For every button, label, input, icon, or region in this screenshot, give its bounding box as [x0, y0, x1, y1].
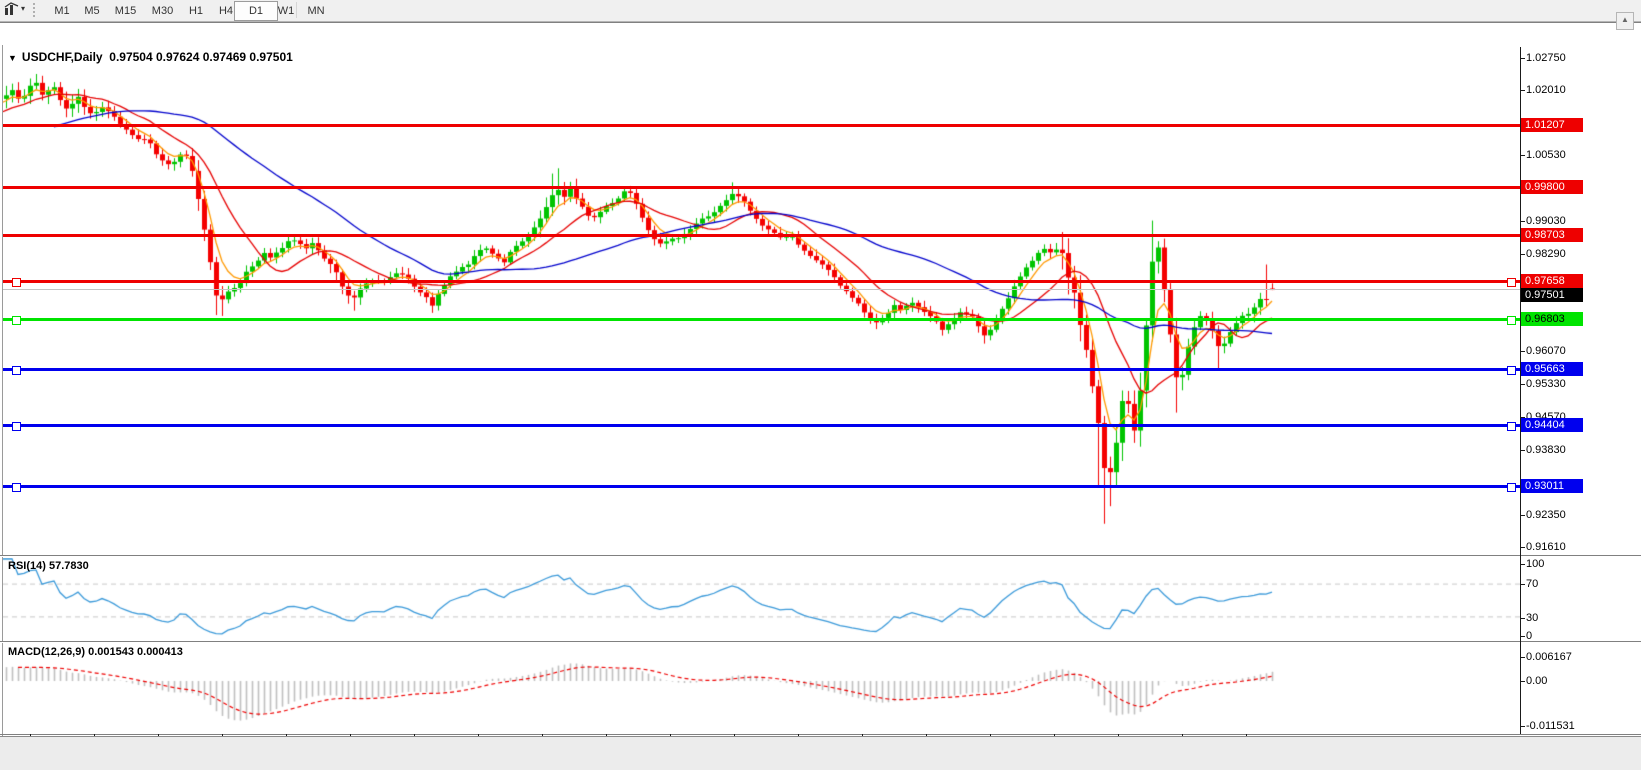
price-tick-label: 0.91610 [1526, 541, 1566, 553]
price-tag: 0.97501 [1521, 288, 1583, 302]
price-tick-label: 0.99030 [1526, 215, 1566, 227]
price-tick-label: 1.02010 [1526, 84, 1566, 96]
price-axis-border [1520, 47, 1521, 734]
rsi-tick-label: 100 [1526, 558, 1545, 570]
chart-type-icon[interactable] [3, 2, 20, 18]
price-tick-label: 0.98290 [1526, 248, 1566, 260]
macd-tick-label: 0.00 [1526, 675, 1548, 687]
price-tick-label: 0.93830 [1526, 444, 1566, 456]
hline-handle[interactable] [12, 278, 21, 287]
hline-handle[interactable] [12, 483, 21, 492]
chart-workspace: ▼ USDCHF,Daily 0.97504 0.97624 0.97469 0.… [0, 22, 1641, 759]
toolbar-overflow-button[interactable]: ▲ [1616, 12, 1634, 30]
pane-splitter-highlight [0, 556, 1641, 557]
price-tick-label: 0.96070 [1526, 345, 1566, 357]
price-tick-label: 1.00530 [1526, 149, 1566, 161]
chart-type-dropdown-icon[interactable]: ▾ [21, 4, 25, 13]
macd-label: MACD(12,26,9) 0.001543 0.000413 [8, 646, 183, 658]
hline-handle[interactable] [1507, 422, 1516, 431]
price-tick-label: 0.92350 [1526, 509, 1566, 521]
time-axis-border [0, 734, 1641, 735]
price-tag: 0.98703 [1521, 228, 1583, 242]
price-tag: 0.99800 [1521, 180, 1583, 194]
hline-handle[interactable] [1507, 366, 1516, 375]
trading-platform-window: ▾ M1 M5 M15 M30 H1 H4 D1 W1 MN ▲ ▼ USDCHF,Daily 0… [0, 0, 1641, 770]
ohlc-values: 0.97504 0.97624 0.97469 0.97501 [109, 50, 293, 64]
chart-tabs-bar: EURUSD,DailyUSDCHF,DailyAUDUSD,DailyUSDC… [0, 736, 1641, 770]
hline-0.96803[interactable] [3, 318, 1520, 321]
hline-handle[interactable] [12, 366, 21, 375]
hline-0.95663[interactable] [3, 368, 1520, 371]
rsi-indicator-canvas[interactable] [3, 558, 1520, 641]
toolbar-grip[interactable] [33, 3, 35, 17]
hline-0.98703[interactable] [3, 234, 1520, 237]
hline-handle[interactable] [1507, 278, 1516, 287]
window-left-border [2, 45, 3, 758]
hline-handle[interactable] [12, 422, 21, 431]
pane-splitter-highlight [0, 642, 1641, 643]
price-tag: 1.01207 [1521, 118, 1583, 132]
timeframe-button-mn[interactable]: MN [294, 1, 338, 21]
macd-tick-label: -0.011531 [1526, 720, 1575, 732]
macd-indicator-canvas[interactable] [3, 644, 1520, 734]
rsi-tick-label: 70 [1526, 578, 1539, 590]
hline-1.01207[interactable] [3, 124, 1520, 127]
timeframe-toolbar: ▾ M1 M5 M15 M30 H1 H4 D1 W1 MN [0, 0, 1641, 22]
hline-0.93011[interactable] [3, 485, 1520, 488]
price-tick-label: 1.02750 [1526, 52, 1566, 64]
price-tag: 0.96803 [1521, 312, 1583, 326]
price-tick-label: 0.95330 [1526, 378, 1566, 390]
hline-handle[interactable] [1507, 316, 1516, 325]
hline-0.998[interactable] [3, 186, 1520, 189]
macd-tick-label: 0.006167 [1526, 651, 1572, 663]
price-tag: 0.95663 [1521, 362, 1583, 376]
symbol-name: USDCHF,Daily [21, 50, 103, 64]
price-tag: 0.94404 [1521, 418, 1583, 432]
hline-handle[interactable] [12, 316, 21, 325]
price-tag: 0.93011 [1521, 479, 1583, 493]
hline-0.97658[interactable] [3, 280, 1520, 283]
rsi-label: RSI(14) 57.7830 [8, 560, 89, 572]
price-tag: 0.97658 [1521, 274, 1583, 288]
current-price-line [3, 289, 1520, 290]
hline-0.94404[interactable] [3, 424, 1520, 427]
rsi-tick-label: 30 [1526, 612, 1539, 624]
chart-symbol-header: ▼ USDCHF,Daily 0.97504 0.97624 0.97469 0.… [8, 50, 293, 64]
hline-handle[interactable] [1507, 483, 1516, 492]
symbol-dropdown-icon[interactable]: ▼ [8, 53, 17, 63]
